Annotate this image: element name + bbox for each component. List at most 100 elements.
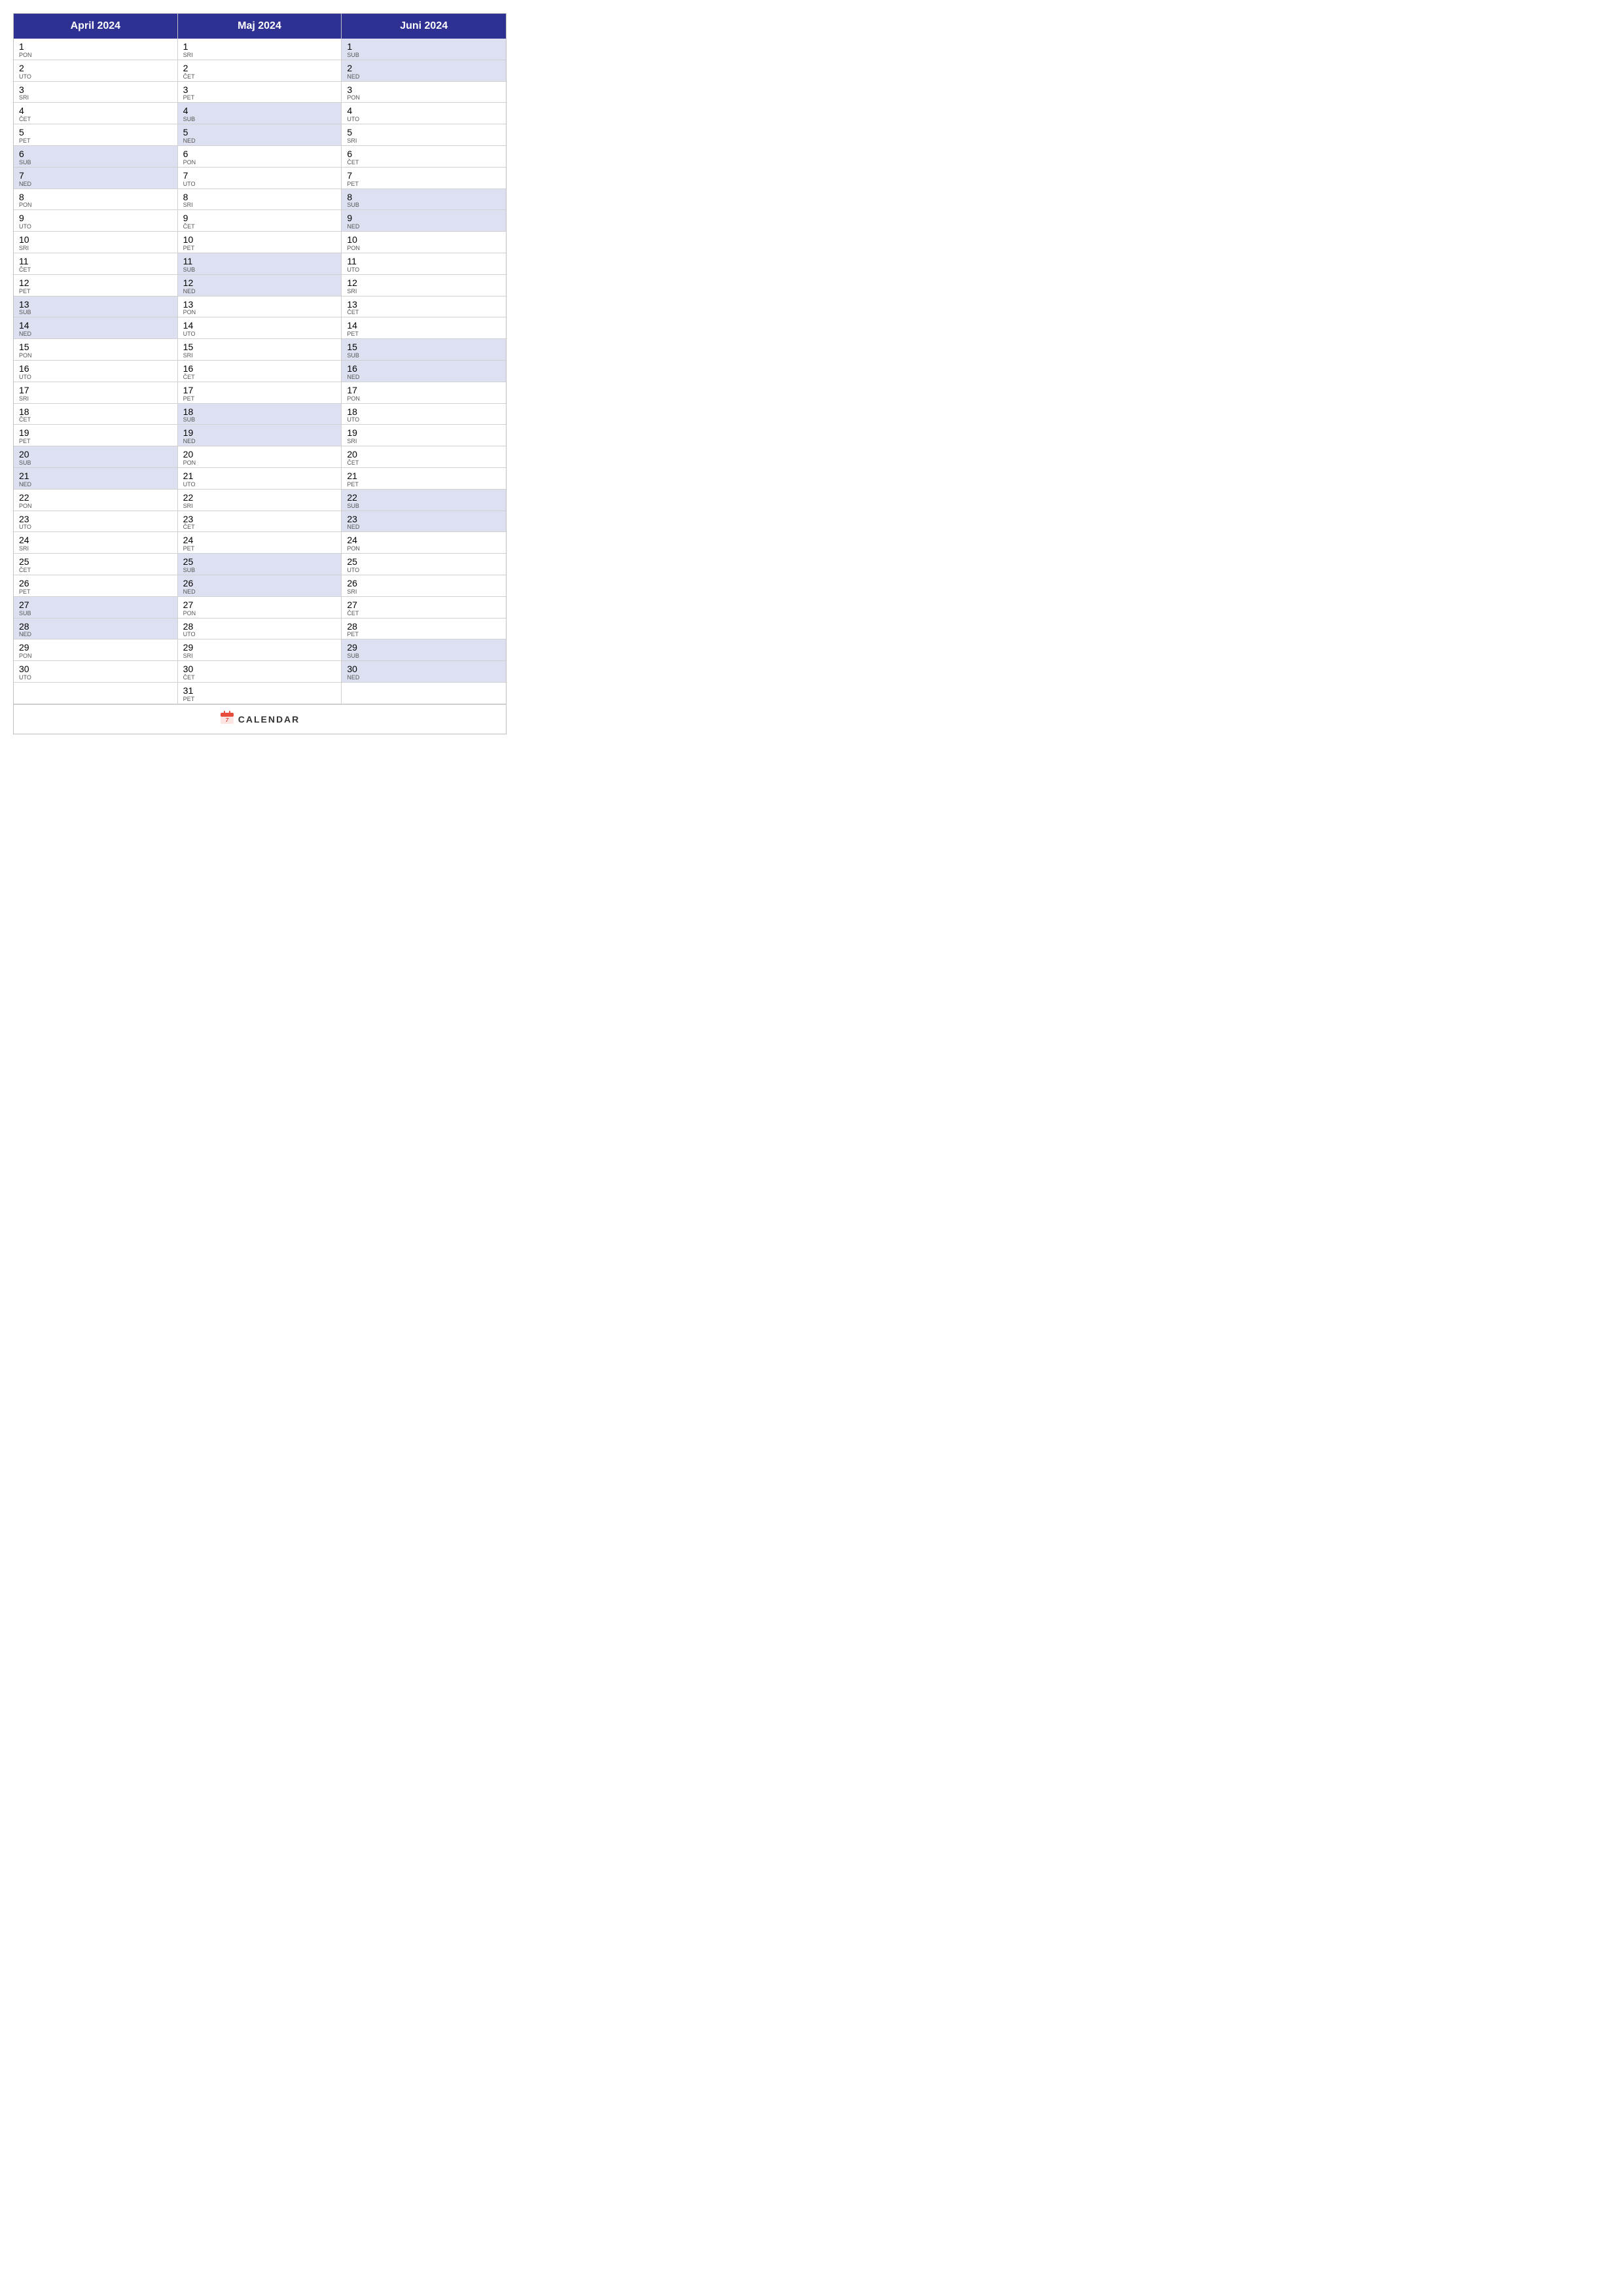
day-number: 21 [19,471,172,482]
day-name: PET [183,245,336,251]
day-name: SUB [347,653,501,659]
day-name: PON [19,353,172,359]
day-number: 20 [19,449,172,460]
day-number: 31 [183,685,336,696]
day-name: ČET [347,611,501,617]
day-name: SUB [19,611,172,617]
day-number: 23 [19,514,172,525]
day-cell: 13SUB [14,296,178,318]
day-number: 6 [347,149,501,160]
day-name: NED [19,482,172,488]
day-name: PON [183,611,336,617]
header-row: April 2024 Maj 2024 Juni 2024 [14,14,506,39]
day-cell: 14PET [342,317,506,339]
day-cell: 29SRI [178,639,342,661]
day-number: 9 [183,213,336,224]
day-cell: 14NED [14,317,178,339]
day-number: 17 [19,385,172,396]
day-name: UTO [183,331,336,337]
day-number: 2 [19,63,172,74]
day-number: 13 [183,299,336,310]
day-cell: 6PON [178,146,342,168]
day-cell: 18ČET [14,404,178,425]
day-name: PET [19,589,172,595]
day-number: 12 [347,278,501,289]
day-name: PET [183,696,336,702]
day-name: UTO [19,524,172,530]
day-name: PON [347,245,501,251]
day-name: NED [347,374,501,380]
day-number: 21 [347,471,501,482]
day-cell: 2ČET [178,60,342,82]
day-name: UTO [183,632,336,637]
day-name: SRI [19,546,172,552]
day-number: 24 [19,535,172,546]
day-name: PET [347,181,501,187]
day-cell: 17PET [178,382,342,404]
day-number: 27 [183,600,336,611]
day-name: SUB [19,310,172,315]
day-name: PON [19,52,172,58]
day-number: 15 [347,342,501,353]
day-cell: 30NED [342,661,506,683]
day-number: 25 [19,556,172,567]
day-cell: 26SRI [342,575,506,597]
day-cell: 27ČET [342,597,506,619]
day-cell: 18UTO [342,404,506,425]
day-number: 16 [347,363,501,374]
day-cell: 14UTO [178,317,342,339]
day-number: 11 [19,256,172,267]
day-cell: 28UTO [178,619,342,640]
day-name: SRI [183,202,336,208]
day-cell: 28PET [342,619,506,640]
day-cell: 10PON [342,232,506,253]
day-name: PON [183,460,336,466]
day-name: NED [347,524,501,530]
month-header-juni: Juni 2024 [342,14,506,39]
day-name: PET [183,95,336,101]
day-cell: 4SUB [178,103,342,124]
day-name: SRI [347,589,501,595]
day-name: SRI [19,396,172,402]
day-number: 4 [347,105,501,117]
day-number: 24 [347,535,501,546]
day-cell: 6ČET [342,146,506,168]
day-number: 29 [347,642,501,653]
day-number: 22 [347,492,501,503]
day-cell: 19NED [178,425,342,446]
day-cell: 12SRI [342,275,506,296]
day-name: NED [347,74,501,80]
day-name: SUB [19,160,172,166]
day-cell: 7UTO [178,168,342,189]
day-name: PET [19,289,172,295]
day-name: PON [347,396,501,402]
day-number: 2 [183,63,336,74]
day-number: 1 [19,41,172,52]
footer: 7 CALENDAR [14,704,506,734]
day-number: 16 [19,363,172,374]
day-cell: 23ČET [178,511,342,533]
day-name: SUB [183,267,336,273]
day-number: 27 [347,600,501,611]
day-name: SUB [347,52,501,58]
day-name: SRI [183,52,336,58]
day-name: ČET [183,74,336,80]
day-cell: 26PET [14,575,178,597]
day-name: PON [347,95,501,101]
day-number: 5 [347,127,501,138]
day-name: NED [183,439,336,444]
day-number: 7 [347,170,501,181]
day-number: 20 [347,449,501,460]
day-cell: 24PON [342,532,506,554]
day-name: PET [347,482,501,488]
day-number: 30 [19,664,172,675]
day-cell: 3PON [342,82,506,103]
day-name: NED [183,289,336,295]
day-number: 25 [183,556,336,567]
day-name: UTO [347,267,501,273]
day-cell: 1PON [14,39,178,60]
day-number: 10 [183,234,336,245]
day-cell: 29PON [14,639,178,661]
day-number: 14 [183,320,336,331]
day-cell: 25ČET [14,554,178,575]
